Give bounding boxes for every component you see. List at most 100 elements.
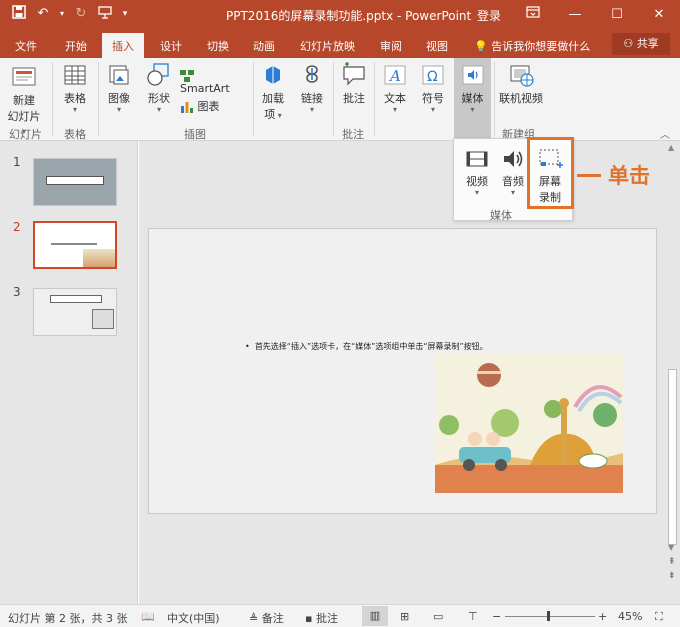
title-bar: ↶ ▾ ↻ ▾ PPT2016的屏幕录制功能.pptx - PowerPoint… [0, 0, 680, 30]
slide-number: 1 [13, 155, 21, 169]
chart-button[interactable]: 图表 [180, 98, 230, 114]
current-slide[interactable] [148, 228, 657, 514]
online-video-button[interactable]: 联机视频 [498, 62, 544, 106]
slide-body-text: 首先选择“插入”选项卡，在“媒体”选项组中单击“屏幕录制”按钮。 [254, 342, 488, 351]
reading-view-icon[interactable]: ▭ [433, 610, 443, 623]
language-status[interactable]: 中文(中国) [167, 610, 220, 626]
scrollbar-thumb[interactable] [668, 369, 677, 545]
image-label: 图像 [108, 92, 130, 105]
ribbon-display-options-icon[interactable] [512, 0, 554, 30]
slideshow-icon[interactable] [96, 5, 114, 23]
callout-line [577, 174, 601, 177]
next-slide-icon[interactable]: ⇟ [668, 571, 676, 581]
tab-slideshow[interactable]: 幻灯片放映 [300, 38, 355, 54]
slide-thumbnail-1[interactable] [33, 158, 117, 206]
vertical-scrollbar[interactable]: ▲ ▼ ⇞ ⇟ [665, 141, 680, 604]
tab-view[interactable]: 视图 [426, 38, 448, 54]
smartart-button[interactable]: SmartArt [180, 69, 246, 95]
slide-thumbnails-panel: 1 2 3 [0, 141, 138, 604]
tab-design[interactable]: 设计 [160, 38, 182, 54]
slide-count-status[interactable]: 幻灯片 第 2 张，共 3 张 [8, 610, 127, 626]
tab-animations[interactable]: 动画 [253, 38, 275, 54]
fit-to-window-icon[interactable]: ⛶ [655, 610, 663, 624]
customize-qat-icon[interactable]: ▾ [120, 5, 130, 23]
zoom-in-icon[interactable]: + [598, 610, 607, 623]
slide-sorter-icon[interactable]: ⊞ [400, 610, 409, 623]
media-button[interactable]: 媒体 ▾ [455, 62, 490, 114]
slide-thumbnail-2[interactable] [33, 221, 117, 269]
notes-button[interactable]: ≜ 备注 [249, 610, 284, 626]
group-separator [253, 62, 254, 136]
save-icon[interactable] [10, 5, 28, 23]
omega-icon: Ω [422, 65, 444, 85]
comment-button[interactable]: 批注 [338, 62, 370, 106]
comment-label: 批注 [343, 92, 365, 105]
normal-view-icon[interactable]: ▥ [362, 606, 388, 626]
addins-button[interactable]: 加载 项 ▾ [258, 62, 288, 122]
slide-number: 2 [13, 220, 21, 234]
shapes-button[interactable]: 形状 ▾ [142, 62, 176, 114]
login-link[interactable]: 登录 [477, 7, 501, 24]
chart-icon [181, 102, 193, 113]
new-slide-label-1: 新建 [13, 94, 35, 107]
store-icon [266, 66, 280, 84]
symbol-label: 符号 [422, 92, 444, 105]
callout-text: 单击 [608, 164, 650, 188]
redo-icon[interactable]: ↻ [72, 5, 90, 23]
tab-review[interactable]: 审阅 [380, 38, 402, 54]
zoom-slider-track[interactable] [505, 616, 595, 617]
slide-thumbnail-3[interactable] [33, 288, 117, 336]
text-button[interactable]: A 文本 ▾ [379, 62, 411, 114]
spellcheck-icon[interactable]: 📖 [141, 610, 155, 623]
slide-illustration[interactable] [435, 353, 623, 493]
window-controls: — ☐ ✕ [512, 0, 680, 30]
tab-home[interactable]: 开始 [65, 38, 87, 54]
status-bar: 幻灯片 第 2 张，共 3 张 📖 中文(中国) ≜ 备注 ▪ 批注 ▥ ⊞ ▭… [0, 604, 680, 627]
zoom-out-icon[interactable]: − [492, 610, 501, 623]
notes-label: 备注 [261, 612, 284, 625]
group-separator [374, 62, 375, 136]
tell-me-box[interactable]: 💡 告诉我你想要做什么 [474, 38, 590, 54]
image-button[interactable]: 图像 ▾ [103, 62, 135, 114]
table-label: 表格 [64, 92, 86, 105]
symbol-button[interactable]: Ω 符号 ▾ [417, 62, 449, 114]
window-title: PPT2016的屏幕录制功能.pptx - PowerPoint [226, 9, 472, 23]
tab-transitions[interactable]: 切换 [207, 38, 229, 54]
audio-button[interactable]: 音频 ▾ [498, 147, 528, 197]
undo-icon[interactable]: ↶ [34, 5, 52, 23]
maximize-icon[interactable]: ☐ [596, 0, 638, 30]
tab-insert[interactable]: 插入 [102, 33, 144, 58]
scroll-up-icon[interactable]: ▲ [668, 143, 674, 152]
bullet-dot: • [245, 342, 255, 351]
slideshow-view-icon[interactable]: ⊤ [468, 610, 478, 623]
ribbon-tab-row: 文件 开始 插入 设计 切换 动画 幻灯片放映 审阅 视图 💡 告诉我你想要做什… [0, 30, 680, 58]
media-label: 媒体 [461, 92, 484, 105]
comments-button[interactable]: ▪ 批注 [305, 610, 338, 626]
online-video-label: 联机视频 [499, 92, 543, 105]
zoom-level[interactable]: 45% [618, 610, 642, 623]
scroll-down-icon[interactable]: ▼ [668, 543, 674, 552]
notes-icon: ≜ [249, 612, 262, 625]
link-button[interactable]: 链接 ▾ [296, 62, 328, 114]
video-button[interactable]: 视频 ▾ [462, 147, 492, 197]
text-label: 文本 [384, 92, 406, 105]
group-separator [98, 62, 99, 136]
minimize-icon[interactable]: — [554, 0, 596, 30]
undo-dropdown-icon[interactable]: ▾ [58, 5, 66, 23]
slide-bullet-text[interactable]: • 首先选择“插入”选项卡，在“媒体”选项组中单击“屏幕录制”按钮。 [245, 341, 488, 352]
video-label: 视频 [466, 175, 488, 188]
close-icon[interactable]: ✕ [638, 0, 680, 30]
zoom-slider-handle[interactable] [547, 611, 550, 621]
new-slide-label-2: 幻灯片 [7, 110, 41, 123]
tab-file[interactable]: 文件 [15, 38, 37, 54]
share-button[interactable]: ⚇ 共享 [612, 33, 670, 55]
comments-icon: ▪ [305, 612, 316, 625]
table-button[interactable]: 表格 ▾ [58, 62, 92, 114]
group-separator [494, 62, 495, 136]
video-icon [466, 151, 488, 167]
collapse-ribbon-icon[interactable]: ︿ [660, 126, 670, 141]
audio-label: 音频 [502, 175, 524, 188]
previous-slide-icon[interactable]: ⇞ [668, 557, 676, 567]
svg-text:A: A [388, 67, 401, 85]
smartart-icon [180, 70, 194, 82]
